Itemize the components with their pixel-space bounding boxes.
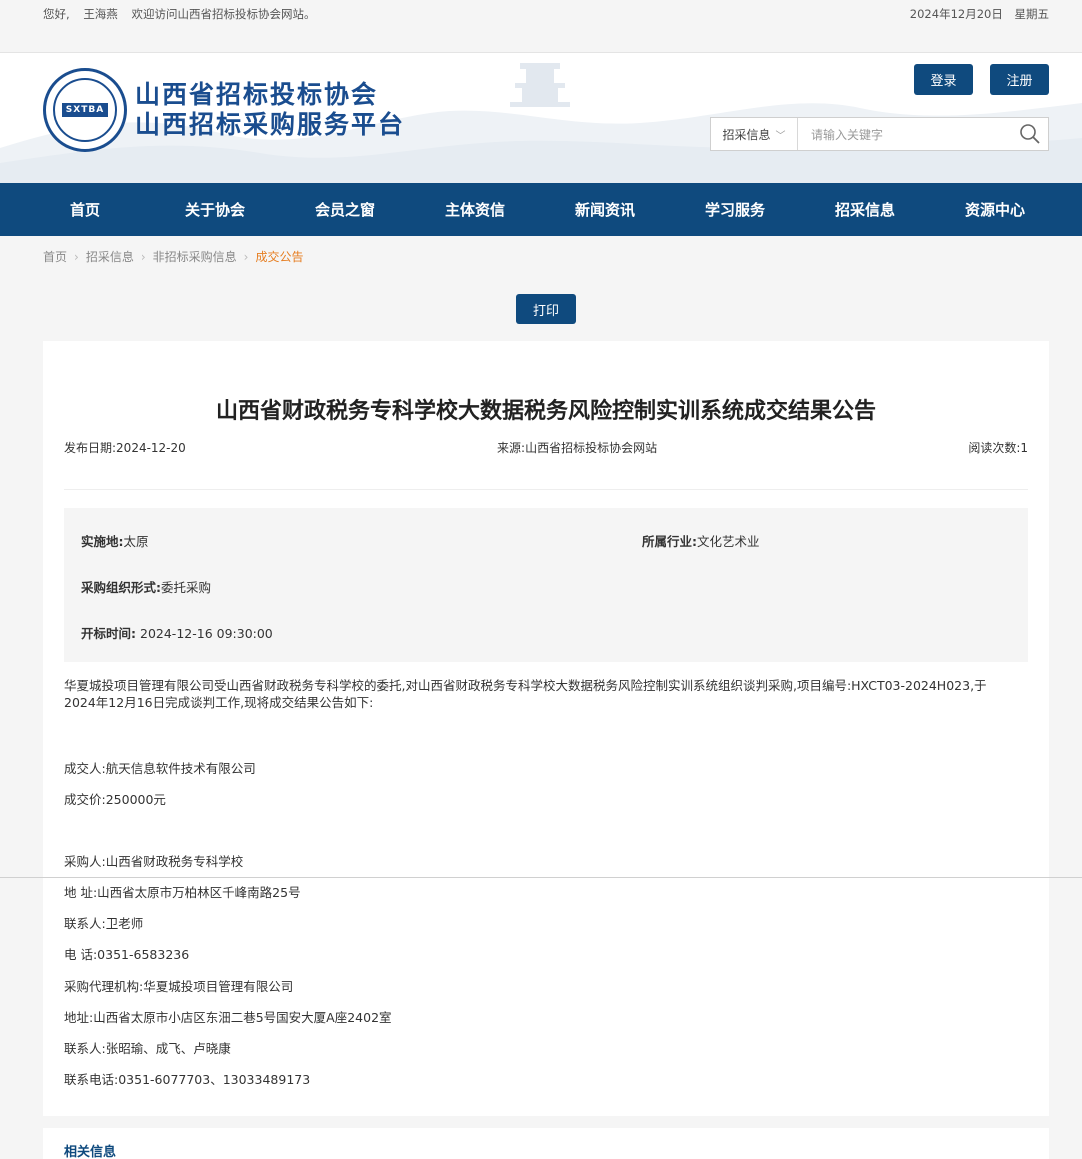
print-button[interactable]: 打印: [516, 294, 576, 324]
form-field: 采购组织形式:委托采购: [81, 577, 211, 596]
nav-item-procurement[interactable]: 招采信息: [800, 183, 930, 236]
purchaser-contact-line: 联系人:卫老师: [64, 916, 144, 931]
form-value: 委托采购: [161, 580, 212, 595]
chevron-right-icon: ›: [74, 249, 79, 264]
weekday-text: 星期五: [1014, 7, 1050, 21]
breadcrumb-non-tender[interactable]: 非招标采购信息: [153, 248, 237, 265]
article-source: 来源:山西省招标投标协会网站: [497, 441, 658, 455]
purchaser-line: 采购人:山西省财政税务专科学校: [64, 854, 244, 869]
greeting: 您好, 王海燕 欢迎访问山西省招标投标协会网站。: [43, 6, 325, 22]
purchaser-phone-line: 电 话:0351-6583236: [64, 947, 190, 962]
top-bar: 您好, 王海燕 欢迎访问山西省招标投标协会网站。 2024年12月20日 星期五: [0, 0, 1082, 28]
purchaser-address-line: 地 址:山西省太原市万柏林区千峰南路25号: [64, 885, 301, 900]
read-count: 阅读次数:1: [968, 441, 1028, 455]
chevron-right-icon: ›: [140, 249, 146, 264]
industry-label: 所属行业:: [642, 534, 697, 549]
nav-item-news[interactable]: 新闻资讯: [540, 183, 670, 236]
auth-buttons: 登录 注册: [914, 64, 1049, 95]
price-line: 成交价:250000元: [64, 792, 166, 807]
register-button[interactable]: 注册: [990, 64, 1049, 95]
search-category-label: 招采信息: [722, 127, 771, 142]
greeting-text: 您好,: [43, 7, 70, 21]
nav-item-credit[interactable]: 主体资信: [410, 183, 540, 236]
nav-item-resources[interactable]: 资源中心: [930, 183, 1060, 236]
header: SXTBA 山西省招标投标协会 山西招标采购服务平台 登录 注册 招采信息 ﹀ …: [0, 52, 1082, 183]
industry-value: 文化艺术业: [697, 534, 760, 549]
nav-item-about[interactable]: 关于协会: [150, 183, 280, 236]
article-meta: 发布日期:2024-12-20 来源:山西省招标投标协会网站 阅读次数:1: [64, 439, 1028, 456]
nav-item-members[interactable]: 会员之窗: [280, 183, 410, 236]
username[interactable]: 王海燕: [83, 7, 118, 21]
search-box: 招采信息 ﹀ 请输入关键字: [710, 117, 1049, 151]
agent-line: 采购代理机构:华夏城投项目管理有限公司: [64, 979, 294, 994]
nav-item-home[interactable]: 首页: [20, 183, 150, 236]
login-button[interactable]: 登录: [914, 64, 973, 95]
date-text: 2024年12月20日: [909, 7, 1003, 21]
info-panel: 实施地:太原 所属行业:文化艺术业 采购组织形式:委托采购 开标时间: 2024-…: [64, 508, 1028, 662]
breadcrumb-procurement[interactable]: 招采信息: [86, 248, 134, 265]
publish-date: 发布日期:2024-12-20: [64, 441, 186, 455]
open-time-label: 开标时间:: [81, 626, 136, 641]
agent-phone-line: 联系电话:0351-6077703、13033489173: [64, 1072, 311, 1087]
welcome-text: 欢迎访问山西省招标投标协会网站。: [131, 7, 316, 21]
association-seal-icon: SXTBA: [43, 68, 127, 152]
agent-address-line: 地址:山西省太原市小店区东沺二巷5号国安大厦A座2402室: [64, 1010, 392, 1025]
form-label: 采购组织形式:: [81, 580, 161, 595]
chevron-down-icon: ﹀: [775, 130, 786, 142]
article-card: 山西省财政税务专科学校大数据税务风险控制实训系统成交结果公告 发布日期:2024…: [43, 341, 1049, 1116]
winner-line: 成交人:航天信息软件技术有限公司: [64, 761, 256, 776]
location-field: 实施地:太原: [81, 531, 149, 550]
related-info-section: 相关信息: [43, 1128, 1049, 1159]
seal-text: SXTBA: [61, 103, 109, 117]
logo-line-2: 山西招标采购服务平台: [135, 110, 406, 139]
chevron-right-icon: ›: [243, 249, 249, 264]
search-icon[interactable]: [1012, 118, 1048, 150]
site-logo[interactable]: SXTBA 山西省招标投标协会 山西招标采购服务平台: [43, 68, 405, 152]
search-category-select[interactable]: 招采信息 ﹀: [711, 118, 798, 150]
location-value: 太原: [123, 534, 149, 549]
main-nav: 首页 关于协会 会员之窗 主体资信 新闻资讯 学习服务 招采信息 资源中心: [0, 183, 1082, 236]
article-title: 山西省财政税务专科学校大数据税务风险控制实训系统成交结果公告: [215, 399, 876, 424]
date-display: 2024年12月20日 星期五: [910, 6, 1049, 22]
industry-field: 所属行业:文化艺术业: [642, 531, 760, 550]
breadcrumb-current[interactable]: 成交公告: [255, 248, 303, 265]
related-info-title: 相关信息: [64, 1145, 117, 1159]
nav-item-learning[interactable]: 学习服务: [670, 183, 800, 236]
divider: [64, 489, 1028, 490]
location-label: 实施地:: [81, 534, 124, 549]
scroll-divider: [0, 877, 1082, 878]
breadcrumb: 首页 › 招采信息 › 非招标采购信息 › 成交公告: [43, 248, 304, 265]
logo-line-1: 山西省招标投标协会: [135, 80, 379, 109]
agent-contact-line: 联系人:张昭瑜、成飞、卢晓康: [64, 1041, 231, 1056]
breadcrumb-home[interactable]: 首页: [43, 248, 67, 265]
open-time-value: 2024-12-16 09:30:00: [140, 626, 273, 641]
intro-paragraph: 华夏城投项目管理有限公司受山西省财政税务专科学校的委托,对山西省财政税务专科学校…: [64, 678, 987, 710]
search-input[interactable]: 请输入关键字: [798, 126, 1012, 143]
open-time-field: 开标时间: 2024-12-16 09:30:00: [81, 623, 273, 642]
